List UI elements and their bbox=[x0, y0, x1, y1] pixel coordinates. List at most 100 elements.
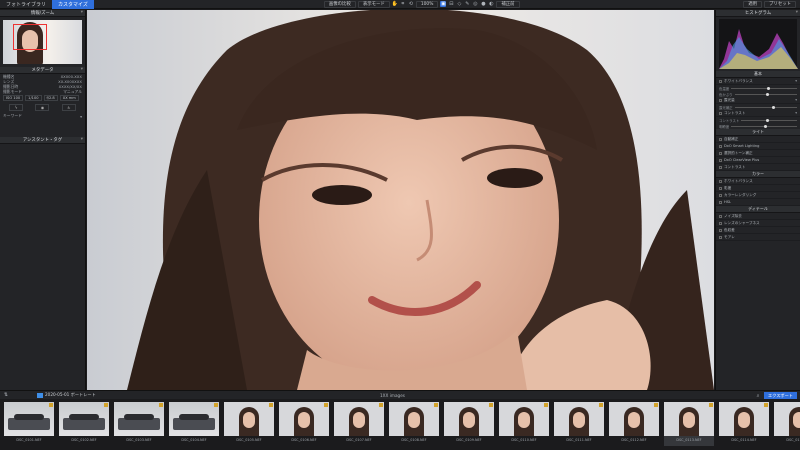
toggle-checkbox[interactable] bbox=[719, 165, 722, 169]
select-icon[interactable]: ▣ bbox=[440, 1, 447, 7]
sort-icon[interactable]: ⇅ bbox=[3, 392, 9, 398]
histogram-header: ヒストグラム ▾ bbox=[716, 10, 800, 17]
chevron-down-icon: ▾ bbox=[795, 111, 797, 115]
filmstrip-thumbnail[interactable]: DSC_0110.NEF bbox=[499, 402, 549, 446]
thumbnail-filename: DSC_0108.NEF bbox=[401, 438, 427, 442]
toggle-checkbox[interactable] bbox=[719, 179, 722, 183]
filmstrip-thumbnail[interactable]: DSC_0115.NEF bbox=[774, 402, 800, 446]
row-chromatic[interactable]: 色収差 bbox=[716, 227, 800, 234]
navigator-thumbnail[interactable] bbox=[3, 20, 82, 64]
close-icon[interactable]: ▾ bbox=[81, 10, 83, 15]
zoom-button[interactable]: 100% bbox=[415, 0, 439, 8]
toggle-checkbox[interactable] bbox=[719, 221, 722, 225]
filmstrip-thumbnail[interactable]: DSC_0101.NEF bbox=[4, 402, 54, 446]
flag-icon bbox=[599, 403, 603, 407]
filmstrip: DSC_0101.NEF DSC_0102.NEF DSC_0103.NEF DSC_… bbox=[0, 399, 800, 450]
apply-preset-button[interactable]: 適用 bbox=[743, 0, 763, 8]
compare-button[interactable]: 画像の比較 bbox=[323, 0, 356, 8]
thumbnail-image bbox=[224, 402, 274, 436]
chevron-down-icon[interactable]: ▾ bbox=[81, 67, 83, 72]
chevron-down-icon: ▾ bbox=[795, 98, 797, 102]
zoom-frame[interactable] bbox=[13, 24, 47, 50]
toggle-checkbox[interactable] bbox=[719, 214, 722, 218]
row-hsl[interactable]: HSL bbox=[716, 199, 800, 206]
thumbnail-image bbox=[114, 402, 164, 436]
row-contrast[interactable]: コントラスト ▾ bbox=[716, 110, 800, 117]
thumbnail-image bbox=[4, 402, 54, 436]
toggle-checkbox[interactable] bbox=[719, 151, 722, 155]
filmstrip-thumbnail[interactable]: DSC_0112.NEF bbox=[609, 402, 659, 446]
slider-handle[interactable] bbox=[765, 92, 769, 96]
main-image-viewer[interactable] bbox=[87, 10, 714, 390]
filmstrip-thumbnail[interactable]: DSC_0103.NEF bbox=[114, 402, 164, 446]
row-saturation[interactable]: 彩度 bbox=[716, 185, 800, 192]
search-icon[interactable]: ⌕ bbox=[755, 393, 761, 399]
tab-photo-library[interactable]: フォトライブラリ bbox=[0, 0, 52, 9]
slider-handle[interactable] bbox=[772, 105, 776, 109]
repair-icon[interactable]: ✎ bbox=[464, 1, 470, 7]
slider-handle[interactable] bbox=[767, 86, 771, 90]
chevron-down-icon[interactable]: ▾ bbox=[81, 137, 83, 142]
rotate-icon[interactable]: ⟲ bbox=[408, 1, 414, 7]
tab-customize[interactable]: カスタマイズ bbox=[52, 0, 94, 9]
slider-handle[interactable] bbox=[766, 118, 770, 122]
folder-path[interactable]: 2020-05-01 ポートレート bbox=[37, 392, 96, 399]
section-detail-header[interactable]: ディテール bbox=[716, 206, 800, 213]
row-exposure[interactable]: 露光量 ▾ bbox=[716, 97, 800, 104]
filmstrip-thumbnail[interactable]: DSC_0111.NEF bbox=[554, 402, 604, 446]
toggle-checkbox[interactable] bbox=[719, 144, 722, 148]
section-light-header[interactable]: ライト bbox=[716, 129, 800, 136]
row-clearview[interactable]: DxO ClearView Plus bbox=[716, 157, 800, 164]
filmstrip-thumbnail[interactable]: DSC_0113.NEF bbox=[664, 402, 714, 446]
filmstrip-thumbnail[interactable]: DSC_0109.NEF bbox=[444, 402, 494, 446]
perspective-icon[interactable]: ◇ bbox=[456, 1, 462, 7]
filmstrip-thumbnail[interactable]: DSC_0108.NEF bbox=[389, 402, 439, 446]
crop-icon[interactable]: ⌗ bbox=[400, 1, 406, 7]
row-smart-lighting[interactable]: DxO Smart Lighting bbox=[716, 143, 800, 150]
row-auto-correct[interactable]: 自動補正 bbox=[716, 136, 800, 143]
slider-handle[interactable] bbox=[764, 124, 768, 128]
toggle-checkbox[interactable] bbox=[719, 235, 722, 239]
straighten-icon[interactable]: ⊟ bbox=[448, 1, 454, 7]
toggle-checkbox[interactable] bbox=[719, 137, 722, 141]
chevron-down-icon[interactable]: ▾ bbox=[796, 10, 798, 15]
row-light-contrast[interactable]: コントラスト bbox=[716, 164, 800, 171]
row-moire[interactable]: モアレ bbox=[716, 234, 800, 241]
filmstrip-thumbnail[interactable]: DSC_0107.NEF bbox=[334, 402, 384, 446]
toggle-checkbox[interactable] bbox=[719, 193, 722, 197]
toggle-checkbox[interactable] bbox=[719, 98, 722, 102]
filmstrip-thumbnail[interactable]: DSC_0114.NEF bbox=[719, 402, 769, 446]
toggle-checkbox[interactable] bbox=[719, 228, 722, 232]
row-color-rendering[interactable]: カラーレンダリング bbox=[716, 192, 800, 199]
row-white-balance[interactable]: ホワイトバランス ▾ bbox=[716, 78, 800, 85]
toggle-checkbox[interactable] bbox=[719, 186, 722, 190]
section-color-header[interactable]: カラー bbox=[716, 171, 800, 178]
thumbnail-filename: DSC_0103.NEF bbox=[126, 438, 152, 442]
thumbnail-image bbox=[554, 402, 604, 436]
redeye-icon[interactable]: ● bbox=[480, 1, 486, 7]
view-mode-button[interactable]: 表示モード bbox=[357, 0, 390, 8]
toggle-checkbox[interactable] bbox=[719, 158, 722, 162]
toggle-checkbox[interactable] bbox=[719, 79, 722, 83]
thumbnail-filename: DSC_0111.NEF bbox=[566, 438, 592, 442]
watermark-icon[interactable]: ◐ bbox=[488, 1, 494, 7]
thumbnail-image bbox=[59, 402, 109, 436]
thumbnail-image bbox=[169, 402, 219, 436]
filmstrip-thumbnail[interactable]: DSC_0105.NEF bbox=[224, 402, 274, 446]
row-selective-tone[interactable]: 選択的トーン補正 bbox=[716, 150, 800, 157]
filmstrip-thumbnail[interactable]: DSC_0102.NEF bbox=[59, 402, 109, 446]
preset-button[interactable]: プリセット bbox=[764, 0, 796, 8]
filmstrip-thumbnail[interactable]: DSC_0106.NEF bbox=[279, 402, 329, 446]
before-after-button[interactable]: 補正前 bbox=[496, 0, 520, 8]
keywords-row[interactable]: キーワード ▾ bbox=[0, 113, 85, 119]
row-color-wb[interactable]: ホワイトバランス bbox=[716, 178, 800, 185]
filmstrip-thumbnail[interactable]: DSC_0104.NEF bbox=[169, 402, 219, 446]
row-noise[interactable]: ノイズ除去 bbox=[716, 213, 800, 220]
export-button[interactable]: エクスポート bbox=[764, 392, 797, 399]
toggle-checkbox[interactable] bbox=[719, 200, 722, 204]
local-adjust-icon[interactable]: ◎ bbox=[472, 1, 478, 7]
hand-tool-icon[interactable]: ✋ bbox=[392, 1, 398, 7]
section-basic-header[interactable]: 基本 bbox=[716, 71, 800, 78]
toggle-checkbox[interactable] bbox=[719, 111, 722, 115]
row-lens-sharpness[interactable]: レンズのシャープネス bbox=[716, 220, 800, 227]
